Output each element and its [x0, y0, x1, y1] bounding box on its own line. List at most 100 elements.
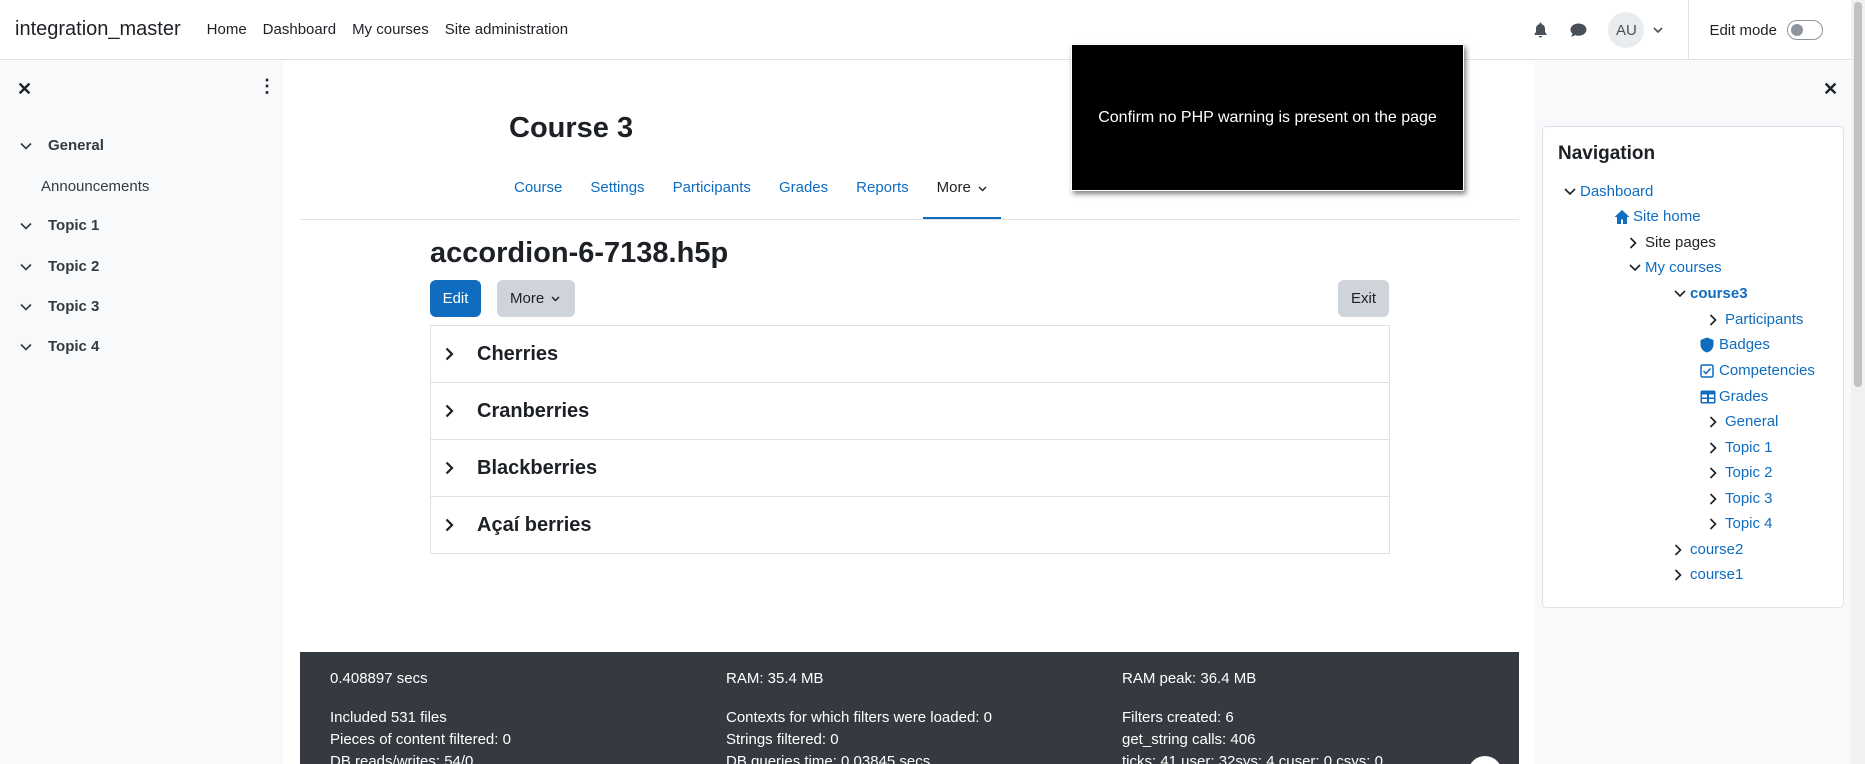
chevron-right-icon	[1674, 543, 1686, 556]
chevron-right-icon	[1709, 441, 1721, 454]
tree-item-grades-topic-3[interactable]: Topic 3	[1709, 490, 1773, 507]
tree-label: Topic 3	[1725, 490, 1773, 507]
course-index-section-topic-2[interactable]: Topic 2	[20, 258, 99, 275]
chevron-down-icon	[551, 296, 560, 301]
tree-label: course3	[1690, 285, 1748, 302]
bell-icon[interactable]	[1530, 20, 1550, 40]
chevron-right-icon	[445, 518, 461, 532]
chevron-down-icon	[1674, 289, 1686, 298]
chevron-down-icon	[20, 303, 34, 311]
accordion-item-cranberries[interactable]: Cranberries	[431, 383, 1389, 440]
tree-item-grades[interactable]: Grades	[1700, 388, 1768, 405]
tree-label: Badges	[1719, 336, 1770, 353]
tree-label: Dashboard	[1580, 183, 1654, 200]
section-label: Topic 1	[48, 217, 100, 234]
chevron-down-icon	[1629, 263, 1641, 272]
tab-more[interactable]: More	[922, 170, 1002, 220]
kebab-menu-icon[interactable]: ⋮	[258, 77, 276, 95]
tree-label: My courses	[1645, 259, 1722, 276]
course-index-section-topic-1[interactable]: Topic 1	[20, 217, 99, 234]
perf-get-string-calls: get_string calls: 406	[1122, 731, 1256, 748]
exit-button[interactable]: Exit	[1338, 280, 1389, 317]
chevron-down-icon	[1564, 187, 1576, 196]
tab-participants[interactable]: Participants	[659, 170, 765, 220]
perf-contexts: Contexts for which filters were loaded: …	[726, 709, 992, 726]
nav-link-dashboard[interactable]: Dashboard	[255, 21, 344, 38]
accordion-item-acai-berries[interactable]: Açaí berries	[431, 497, 1389, 553]
course-secondary-navigation: Course Settings Participants Grades Repo…	[500, 170, 1002, 220]
course-index-section-topic-4[interactable]: Topic 4	[20, 338, 99, 355]
activity-title: accordion-6-7138.h5p	[430, 237, 729, 269]
tree-label: course1	[1690, 566, 1744, 583]
edit-button[interactable]: Edit	[430, 280, 481, 317]
chevron-right-icon	[1709, 415, 1721, 428]
tree-item-course3[interactable]: course3	[1674, 285, 1748, 302]
tab-course[interactable]: Course	[500, 170, 576, 220]
tree-item-site-pages[interactable]: Site pages	[1629, 234, 1716, 251]
instruction-text: Confirm no PHP warning is present on the…	[1098, 108, 1437, 126]
chat-icon[interactable]	[1568, 20, 1588, 40]
tree-item-grades-general[interactable]: General	[1709, 413, 1778, 430]
tree-item-grades-topic-4[interactable]: Topic 4	[1709, 515, 1773, 532]
more-label: More	[510, 290, 545, 307]
tree-item-my-courses[interactable]: My courses	[1629, 259, 1722, 276]
chevron-down-icon	[20, 142, 34, 150]
tree-label: Topic 2	[1725, 464, 1773, 481]
edit-mode-toggle[interactable]	[1787, 20, 1823, 40]
chevron-right-icon	[445, 347, 461, 361]
chevron-down-icon	[20, 222, 34, 230]
tree-label: General	[1725, 413, 1779, 430]
accordion-item-blackberries[interactable]: Blackberries	[431, 440, 1389, 497]
section-label: General	[48, 137, 104, 154]
avatar[interactable]: AU	[1608, 12, 1645, 48]
page-title: Course 3	[509, 112, 634, 144]
perf-ticks: ticks: 41 user: 32sys: 4 cuser: 0 csys: …	[1122, 753, 1383, 764]
accordion-item-label: Cherries	[477, 342, 559, 365]
scrollbar-thumb[interactable]	[1854, 2, 1862, 387]
tree-item-dashboard[interactable]: Dashboard	[1564, 183, 1653, 200]
nav-link-site-administration[interactable]: Site administration	[437, 21, 576, 38]
tree-item-badges[interactable]: Badges	[1700, 336, 1770, 353]
nav-link-my-courses[interactable]: My courses	[344, 21, 437, 38]
tree-item-grades-topic-1[interactable]: Topic 1	[1709, 439, 1773, 456]
accordion-item-cherries[interactable]: Cherries	[431, 326, 1389, 383]
h5p-accordion: Cherries Cranberries Blackberries Açaí b…	[430, 325, 1390, 554]
home-icon	[1614, 209, 1630, 225]
section-label: Topic 4	[48, 338, 100, 355]
tree-item-course1[interactable]: course1	[1674, 566, 1743, 583]
tree-label: Topic 1	[1725, 439, 1773, 456]
close-icon[interactable]: ✕	[1823, 79, 1838, 100]
chevron-down-icon[interactable]	[1652, 20, 1664, 40]
close-icon[interactable]: ✕	[17, 79, 32, 100]
table-icon	[1700, 389, 1716, 405]
tree-item-site-home[interactable]: Site home	[1614, 208, 1701, 225]
chevron-right-icon	[1629, 236, 1641, 249]
back-to-top-button[interactable]	[1468, 756, 1502, 764]
tree-item-participants[interactable]: Participants	[1709, 311, 1803, 328]
instruction-overlay: Confirm no PHP warning is present on the…	[1071, 44, 1464, 191]
course-index-item-announcements[interactable]: Announcements	[41, 178, 149, 195]
perf-ram: RAM: 35.4 MB	[726, 670, 824, 687]
page-scrollbar[interactable]	[1851, 0, 1865, 764]
more-dropdown-button[interactable]: More	[497, 280, 575, 317]
chevron-right-icon	[1709, 492, 1721, 505]
nav-link-home[interactable]: Home	[199, 21, 255, 38]
chevron-down-icon	[20, 263, 34, 271]
tree-label: Topic 4	[1725, 515, 1773, 532]
tree-item-competencies[interactable]: Competencies	[1700, 362, 1815, 379]
tab-settings[interactable]: Settings	[576, 170, 658, 220]
perf-db-reads: DB reads/writes: 54/0	[330, 753, 474, 764]
site-brand[interactable]: integration_master	[15, 18, 181, 41]
chevron-down-icon	[20, 343, 34, 351]
section-label: Topic 3	[48, 298, 100, 315]
block-drawer: ✕ Navigation Dashboard Site home Site pa…	[1535, 61, 1851, 764]
tab-reports[interactable]: Reports	[842, 170, 923, 220]
navigation-block: Navigation Dashboard Site home Site page…	[1542, 126, 1844, 608]
course-index-section-general[interactable]: General	[20, 137, 104, 154]
course-index-section-topic-3[interactable]: Topic 3	[20, 298, 99, 315]
chevron-right-icon	[1709, 313, 1721, 326]
perf-content-filtered: Pieces of content filtered: 0	[330, 731, 511, 748]
tab-grades[interactable]: Grades	[765, 170, 842, 220]
tree-item-course2[interactable]: course2	[1674, 541, 1743, 558]
tree-item-grades-topic-2[interactable]: Topic 2	[1709, 464, 1773, 481]
